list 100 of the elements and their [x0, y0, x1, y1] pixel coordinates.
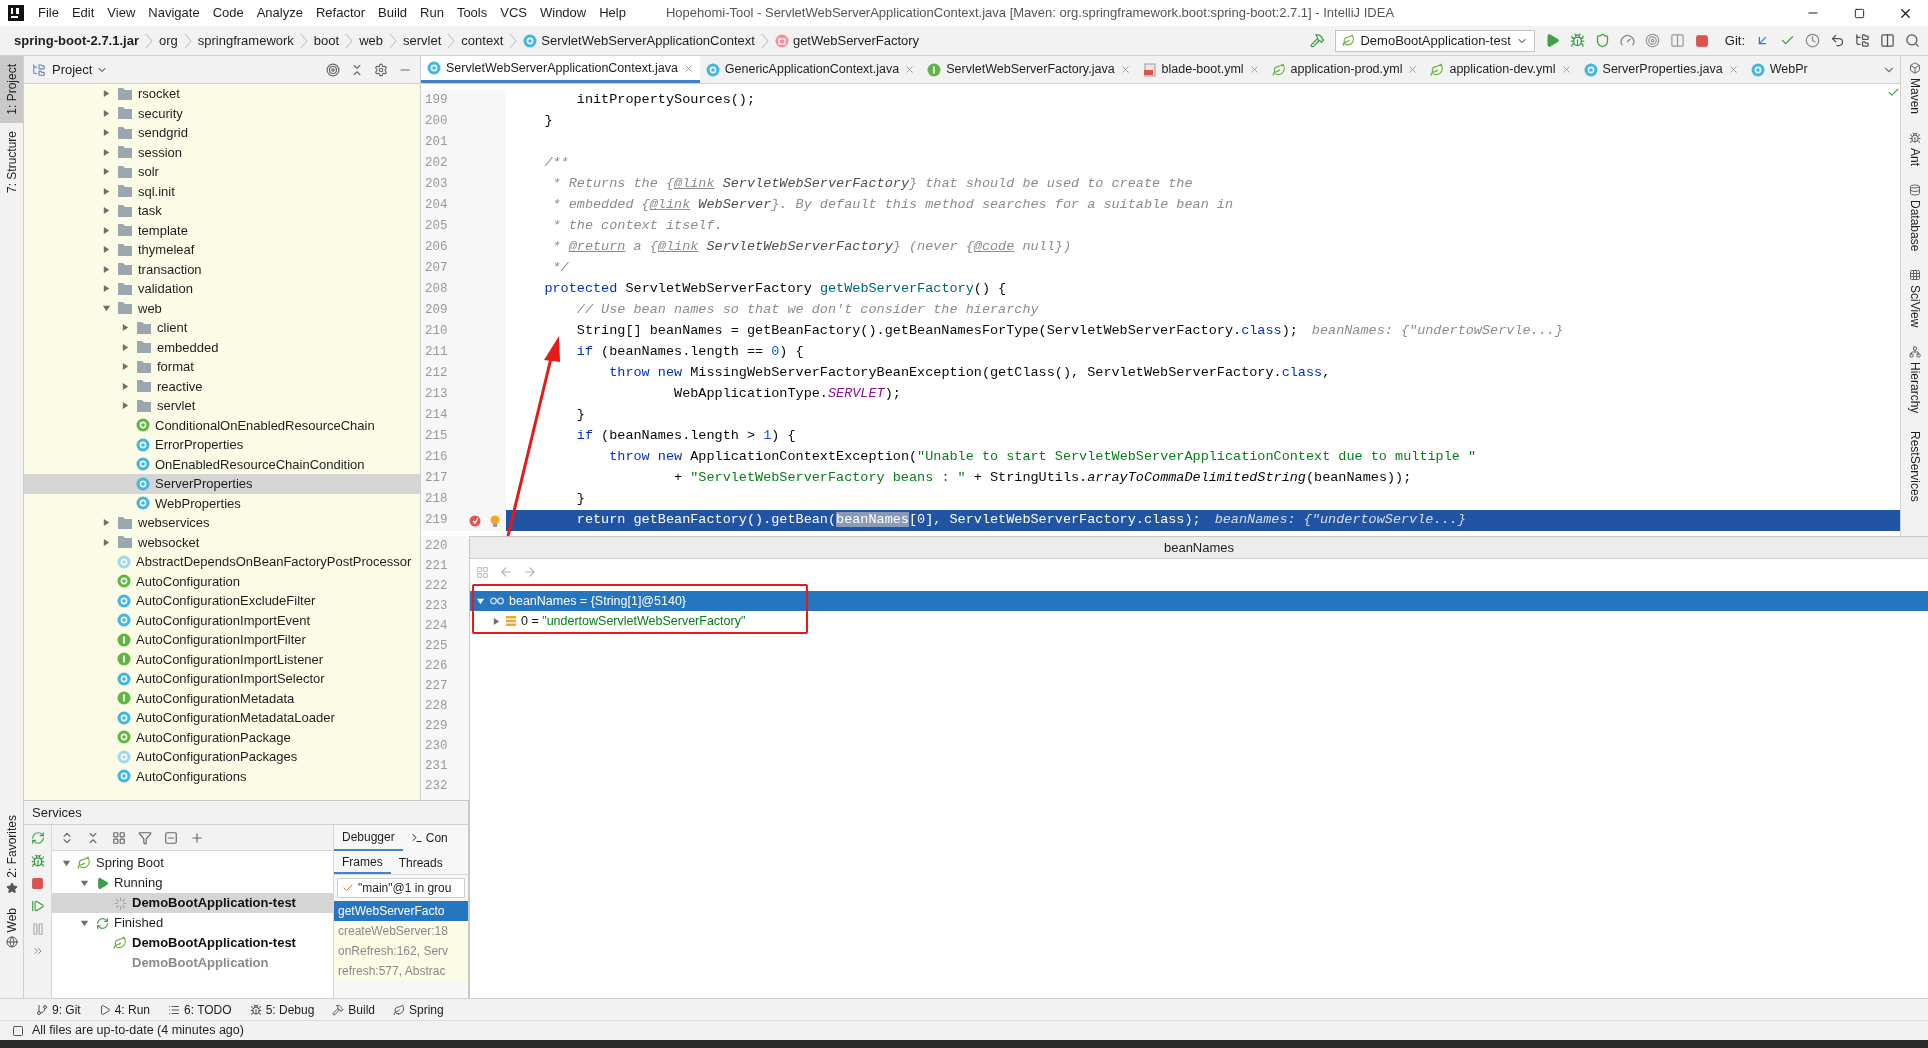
- close-icon[interactable]: [1119, 64, 1131, 75]
- menu-item[interactable]: Navigate: [148, 3, 200, 23]
- frames-tab[interactable]: Frames: [334, 851, 391, 874]
- layout-icon[interactable]: [1669, 33, 1685, 48]
- tree-item[interactable]: client: [24, 318, 420, 338]
- profiler-icon[interactable]: [1619, 33, 1635, 48]
- tool-window-button[interactable]: 4: Run: [98, 1000, 151, 1019]
- close-icon[interactable]: [1248, 64, 1260, 75]
- tool-window-button[interactable]: Build: [332, 1000, 375, 1019]
- tree-item[interactable]: AutoConfigurationMetadata: [24, 688, 420, 708]
- panel-dropdown[interactable]: Project: [52, 59, 109, 80]
- menu-item[interactable]: Code: [212, 3, 244, 23]
- menu-item[interactable]: Refactor: [315, 3, 366, 23]
- tree-item[interactable]: AutoConfigurationImportEvent: [24, 610, 420, 630]
- tree-item[interactable]: web: [24, 298, 420, 318]
- service-item[interactable]: DemoBootApplication-test: [52, 933, 333, 953]
- tree-item[interactable]: ServerProperties: [24, 474, 420, 494]
- tree-item[interactable]: AutoConfigurationPackages: [24, 747, 420, 767]
- tree-item[interactable]: validation: [24, 279, 420, 299]
- tree-item[interactable]: session: [24, 142, 420, 162]
- settings-icon[interactable]: [374, 62, 388, 77]
- expand-arrow-icon[interactable]: [101, 537, 111, 547]
- tool-window-tab[interactable]: Ant: [1905, 132, 1924, 167]
- tool-window-tab[interactable]: RestServices: [1905, 431, 1924, 502]
- tool-window-button[interactable]: 6: TODO: [168, 1000, 232, 1019]
- search-icon[interactable]: [1905, 33, 1920, 48]
- menu-item[interactable]: Run: [420, 3, 444, 23]
- group-icon[interactable]: [112, 830, 126, 845]
- editor-tab[interactable]: ServletWebServerApplicationContext.java: [421, 56, 700, 83]
- expand-arrow-icon[interactable]: [79, 918, 89, 928]
- menu-item[interactable]: Help: [599, 3, 626, 23]
- expand-arrow-icon[interactable]: [101, 108, 111, 118]
- add-icon[interactable]: [190, 830, 204, 845]
- history-icon[interactable]: [1805, 33, 1820, 48]
- tree-item[interactable]: template: [24, 220, 420, 240]
- expand-arrow-icon[interactable]: [120, 362, 130, 372]
- breadcrumb[interactable]: ServletWebServerApplicationContext: [523, 30, 755, 51]
- expand-arrow-icon[interactable]: [101, 264, 111, 274]
- menu-item[interactable]: Build: [378, 3, 407, 23]
- tree-item[interactable]: AutoConfigurations: [24, 766, 420, 786]
- menu-item[interactable]: VCS: [500, 3, 527, 23]
- tree-item[interactable]: servlet: [24, 396, 420, 416]
- expand-arrow-icon[interactable]: [101, 225, 111, 235]
- build-icon[interactable]: [1310, 33, 1326, 48]
- expand-arrow-icon[interactable]: [101, 147, 111, 157]
- menu-item[interactable]: Analyze: [256, 3, 303, 23]
- service-item[interactable]: Finished: [52, 913, 333, 933]
- expand-arrow-icon[interactable]: [61, 858, 71, 868]
- tree-item[interactable]: security: [24, 103, 420, 123]
- tree-item[interactable]: AutoConfigurationImportSelector: [24, 669, 420, 689]
- expand-arrow-icon[interactable]: [79, 878, 89, 888]
- expand-arrow-icon[interactable]: [101, 518, 111, 528]
- editor-tab[interactable]: GenericApplicationContext.java: [699, 56, 922, 83]
- menu-item[interactable]: View: [107, 3, 136, 23]
- editor-tab[interactable]: ServerProperties.java: [1577, 56, 1745, 83]
- tree-item[interactable]: AutoConfigurationImportListener: [24, 649, 420, 669]
- variable-row[interactable]: beanNames = {String[1]@5140}: [470, 591, 1928, 611]
- variable-row[interactable]: 0 = "undertowServletWebServerFactory": [470, 611, 1928, 631]
- expand-arrow-icon[interactable]: [120, 381, 130, 391]
- breadcrumb[interactable]: org: [158, 30, 178, 51]
- locate-icon[interactable]: [326, 62, 340, 77]
- editor-tab[interactable]: application-prod.yml: [1265, 56, 1425, 83]
- tree-item[interactable]: ErrorProperties: [24, 435, 420, 455]
- collapse-all-icon[interactable]: [86, 830, 100, 845]
- close-icon[interactable]: [1407, 64, 1419, 75]
- editor-tab[interactable]: application-dev.yml: [1424, 56, 1578, 83]
- tree-item[interactable]: embedded: [24, 337, 420, 357]
- tree-item[interactable]: AutoConfigurationMetadataLoader: [24, 708, 420, 728]
- rollback-icon[interactable]: [1830, 33, 1845, 48]
- run-icon[interactable]: [1544, 33, 1560, 48]
- breadcrumb[interactable]: context: [461, 30, 504, 51]
- tree-item[interactable]: AbstractDependsOnBeanFactoryPostProcessor: [24, 552, 420, 572]
- tool-window-tab[interactable]: Database: [1905, 184, 1924, 252]
- tool-window-tab[interactable]: Hierarchy: [1905, 345, 1924, 414]
- tree-item[interactable]: OnEnabledResourceChainCondition: [24, 454, 420, 474]
- menu-item[interactable]: Edit: [71, 3, 95, 23]
- close-icon[interactable]: [904, 64, 916, 75]
- tool-window-button[interactable]: 9: Git: [36, 1000, 81, 1019]
- expand-arrow-icon[interactable]: [120, 342, 130, 352]
- more-icon[interactable]: [31, 945, 44, 957]
- debugger-tab[interactable]: Debugger: [334, 825, 403, 851]
- project-structure-icon[interactable]: [1855, 33, 1870, 48]
- window-layout-icon[interactable]: [1880, 33, 1895, 48]
- breadcrumb[interactable]: web: [359, 30, 384, 51]
- close-icon[interactable]: [682, 62, 694, 74]
- stop-icon[interactable]: [1694, 33, 1709, 48]
- expand-arrow-icon[interactable]: [120, 323, 130, 333]
- collapse-all-icon[interactable]: [350, 62, 364, 77]
- tree-item[interactable]: WebProperties: [24, 493, 420, 513]
- breadcrumb[interactable]: servlet: [403, 30, 442, 51]
- thread-selector[interactable]: "main"@1 in grou: [337, 878, 465, 898]
- forward-icon[interactable]: [523, 565, 537, 579]
- rerun-icon[interactable]: [30, 831, 45, 845]
- back-icon[interactable]: [499, 565, 513, 579]
- frames-tab[interactable]: Threads: [390, 851, 451, 874]
- tool-window-tab[interactable]: 7: Structure: [0, 122, 23, 201]
- tree-item[interactable]: rsocket: [24, 84, 420, 104]
- tree-item[interactable]: format: [24, 357, 420, 377]
- tool-window-tab[interactable]: SciView: [1905, 269, 1924, 328]
- tree-item[interactable]: AutoConfigurationPackage: [24, 727, 420, 747]
